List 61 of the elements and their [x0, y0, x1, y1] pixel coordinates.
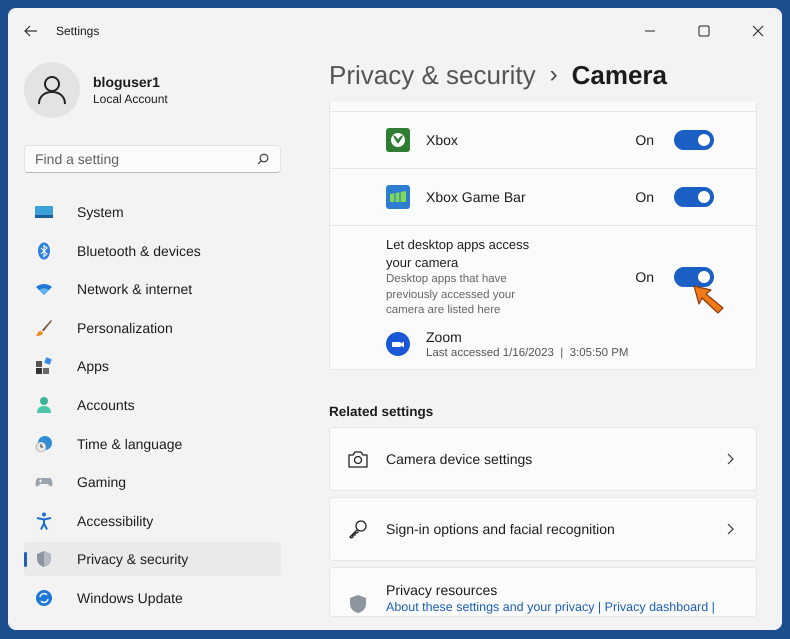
person-icon — [35, 396, 53, 414]
video-app-icon — [386, 332, 410, 356]
monitor-icon — [35, 203, 53, 221]
bluetooth-icon — [35, 242, 53, 260]
search-icon — [257, 153, 269, 165]
accessibility-icon — [35, 512, 53, 530]
settings-link-card[interactable]: Sign-in options and facial recognition — [329, 496, 757, 560]
card-title: Sign-in options and facial recognition — [386, 520, 616, 536]
app-name: Xbox Game Bar — [426, 189, 527, 205]
xbox-icon — [386, 128, 410, 152]
sidebar-item[interactable]: Bluetooth & devices — [24, 234, 281, 268]
sidebar-item[interactable]: Time & language — [24, 426, 281, 461]
sidebar-item[interactable]: Accounts — [24, 388, 281, 422]
sidebar-item[interactable]: Apps — [24, 349, 281, 384]
shield-icon — [35, 550, 53, 568]
user-name: bloguser1 — [93, 74, 161, 90]
app-name: Xbox — [426, 132, 459, 148]
brush-icon — [35, 318, 53, 337]
window-title: Settings — [56, 24, 100, 38]
setting-description: Desktop apps that have previously accessed your camera are listed here — [386, 272, 516, 318]
page-title: Camera — [572, 60, 668, 90]
game-bar-icon — [386, 185, 410, 209]
close-icon[interactable] — [752, 25, 764, 37]
toggle-state-label: On — [635, 269, 654, 286]
card-title: Camera device settings — [386, 450, 534, 466]
person-icon — [37, 75, 67, 105]
sidebar-item[interactable]: Windows Update — [24, 580, 281, 615]
shield-icon — [348, 594, 368, 614]
sidebar-item[interactable]: Personalization — [24, 310, 281, 345]
app-name: Zoom — [426, 328, 463, 344]
cursor-arrow-icon — [692, 284, 726, 316]
privacy-links[interactable]: About these settings and your privacy | Privacy dashboard | — [386, 600, 715, 614]
settings-link-card[interactable]: Privacy resources About these settings and your privacy | Privacy dashboard | — [329, 566, 757, 616]
toggle-state-label: On — [635, 189, 654, 205]
key-icon — [348, 518, 368, 538]
toggle-switch[interactable] — [674, 267, 714, 288]
settings-link-card[interactable]: Camera device settings — [329, 426, 757, 490]
apps-icon — [35, 357, 53, 376]
toggle-switch[interactable] — [674, 130, 714, 150]
toggle-state-label: On — [635, 132, 654, 148]
camera-icon — [348, 450, 368, 468]
chevron-right-icon — [726, 452, 734, 464]
globe-clock-icon — [35, 434, 53, 453]
back-arrow-icon[interactable] — [24, 25, 38, 37]
card-title: Privacy resources — [386, 582, 498, 598]
toggle-switch[interactable] — [674, 187, 714, 207]
breadcrumb-parent[interactable]: Privacy & security — [329, 60, 536, 90]
sidebar-item[interactable]: Privacy & security — [24, 542, 281, 576]
sidebar-item[interactable]: Accessibility — [24, 504, 281, 538]
last-accessed-text: Last accessed 1/16/2023 | 3:05:50 PM — [426, 346, 628, 358]
setting-title: Let desktop apps access your camera — [386, 236, 530, 272]
update-icon — [35, 588, 53, 607]
maximize-icon[interactable] — [698, 25, 710, 37]
account-type: Local Account — [93, 92, 168, 106]
section-heading: Related settings — [329, 404, 434, 418]
breadcrumb-separator: › — [550, 61, 558, 89]
chevron-right-icon — [726, 522, 734, 534]
search-field[interactable]: Find a setting — [24, 145, 281, 173]
sidebar-item[interactable]: Gaming — [24, 465, 281, 500]
sidebar-item[interactable]: Network & internet — [24, 272, 281, 306]
sidebar-item[interactable]: System — [24, 195, 281, 229]
